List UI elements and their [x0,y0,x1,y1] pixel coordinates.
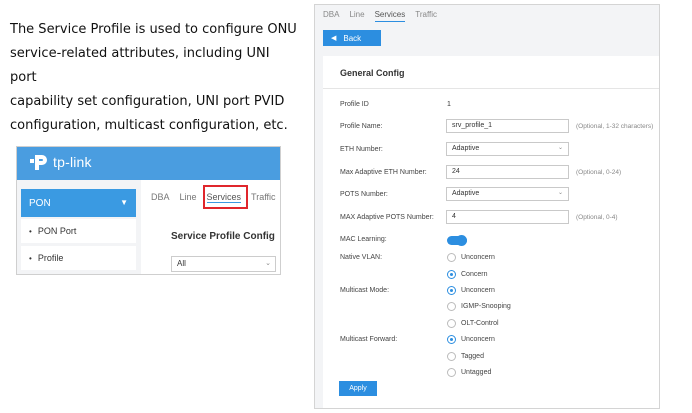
sidebar-item-label: PON Port [37,226,77,236]
bullet-icon: • [29,253,32,263]
back-label: Back [343,33,362,43]
radio-circle [447,352,456,361]
description-line: service-related attributes, including UN… [10,46,270,85]
tab-traffic[interactable]: Traffic [415,10,437,22]
radio-label: OLT-Control [461,320,499,327]
mac-learning-toggle[interactable] [447,235,467,246]
bullet-icon: • [29,226,32,236]
native-vlan-unconcern-radio[interactable]: Unconcern [447,253,495,262]
radio-label: IGMP-Snooping [461,303,511,310]
pots-number-select[interactable]: Adaptive ⌄ [446,187,569,201]
radio-label: Unconcern [461,254,495,261]
sidebar-item-profile[interactable]: • Profile [21,246,136,270]
mini-screenshot: tp-link PON ▼ • PON Port • Profile DBA L… [16,146,281,275]
tab-traffic[interactable]: Traffic [251,192,276,203]
radio-circle [447,368,456,377]
logo-text: tp-link [53,154,92,170]
radio-circle-selected [447,335,456,344]
multicast-mode-igmp-snooping-radio[interactable]: IGMP-Snooping [447,302,511,311]
max-adaptive-eth-hint: (Optional, 0-24) [576,169,622,176]
toggle-knob [456,235,467,246]
page-title: Service Profile Config [171,231,275,242]
max-adaptive-eth-value: 24 [452,168,460,175]
mini-main: DBA Line Services Traffic Service Profil… [141,180,280,274]
radio-circle [447,319,456,328]
description-line: capability set configuration, UNI port P… [10,94,285,109]
tab-dba[interactable]: DBA [151,192,170,203]
max-adaptive-pots-hint: (Optional, 0-4) [576,214,618,221]
tp-link-logo: tp-link [29,153,92,171]
multicast-forward-tagged-radio[interactable]: Tagged [447,352,484,361]
radio-circle-selected [447,286,456,295]
description-text: The Service Profile is used to configure… [10,18,300,138]
filter-select[interactable]: All ⌄ [171,256,276,272]
sidebar-item-label: Profile [37,253,64,263]
radio-label: Untagged [461,369,492,376]
native-vlan-concern-radio[interactable]: Concern [447,270,487,279]
max-adaptive-pots-label: MAX Adaptive POTS Number: [340,214,434,221]
back-button[interactable]: ◀ Back [323,30,381,46]
profile-name-label: Profile Name: [340,123,383,130]
profile-id-label: Profile ID [340,101,369,108]
tab-bar: DBA Line Services Traffic [323,10,447,22]
radio-label: Unconcern [461,336,495,343]
sidebar-group-pon[interactable]: PON ▼ [21,189,136,217]
apply-button[interactable]: Apply [339,381,377,396]
divider [323,88,659,89]
pots-number-label: POTS Number: [340,191,388,198]
multicast-mode-olt-control-radio[interactable]: OLT-Control [447,319,499,328]
pots-number-value: Adaptive [452,190,480,197]
multicast-forward-untagged-radio[interactable]: Untagged [447,368,491,377]
max-adaptive-eth-label: Max Adaptive ETH Number: [340,169,427,176]
radio-circle-selected [447,270,456,279]
mini-header: tp-link [17,147,280,180]
radio-circle [447,253,456,262]
mac-learning-label: MAC Learning: [340,236,387,243]
radio-label: Unconcern [461,287,495,294]
profile-id-value: 1 [447,101,451,108]
back-arrow-icon: ◀ [331,35,337,42]
profile-name-value: srv_profile_1 [452,122,493,129]
multicast-mode-label: Multicast Mode: [340,287,390,294]
multicast-mode-unconcern-radio[interactable]: Unconcern [447,286,495,295]
tp-link-logo-icon [30,155,47,170]
multicast-forward-unconcern-radio[interactable]: Unconcern [447,335,495,344]
multicast-forward-label: Multicast Forward: [340,336,398,343]
sidebar-item-pon-port[interactable]: • PON Port [21,219,136,243]
eth-number-value: Adaptive [452,145,480,152]
radio-label: Tagged [461,353,484,360]
profile-name-hint: (Optional, 1-32 characters) [576,123,654,130]
eth-number-select[interactable]: Adaptive ⌄ [446,142,569,156]
native-vlan-label: Native VLAN: [340,254,383,261]
tab-services[interactable]: Services [374,10,406,22]
highlight-box [203,185,248,209]
chevron-down-icon: ⌄ [557,190,563,196]
max-adaptive-pots-field[interactable]: 4 [446,210,569,224]
radio-label: Concern [461,271,488,278]
chevron-down-icon: ⌄ [557,145,563,151]
service-profile-panel: DBA Line Services Traffic ◀ Back General… [314,4,660,409]
eth-number-label: ETH Number: [340,146,383,153]
description-line: configuration, multicast configuration, … [10,118,288,133]
description-line: The Service Profile is used to configure… [10,22,297,37]
tab-line[interactable]: Line [180,192,197,203]
chevron-down-icon: ▼ [120,198,128,207]
mini-sidebar: PON ▼ • PON Port • Profile [17,187,136,274]
max-adaptive-pots-value: 4 [452,213,456,220]
chevron-down-icon: ⌄ [265,260,271,267]
select-value: All [177,259,186,268]
profile-name-field[interactable]: srv_profile_1 [446,119,569,133]
tab-dba[interactable]: DBA [323,10,339,22]
radio-circle [447,302,456,311]
section-title: General Config [340,68,405,78]
tab-line[interactable]: Line [349,10,364,22]
sidebar-group-label: PON [29,197,51,209]
max-adaptive-eth-field[interactable]: 24 [446,165,569,179]
general-config-card: General Config Profile ID 1 Profile Name… [323,56,659,408]
